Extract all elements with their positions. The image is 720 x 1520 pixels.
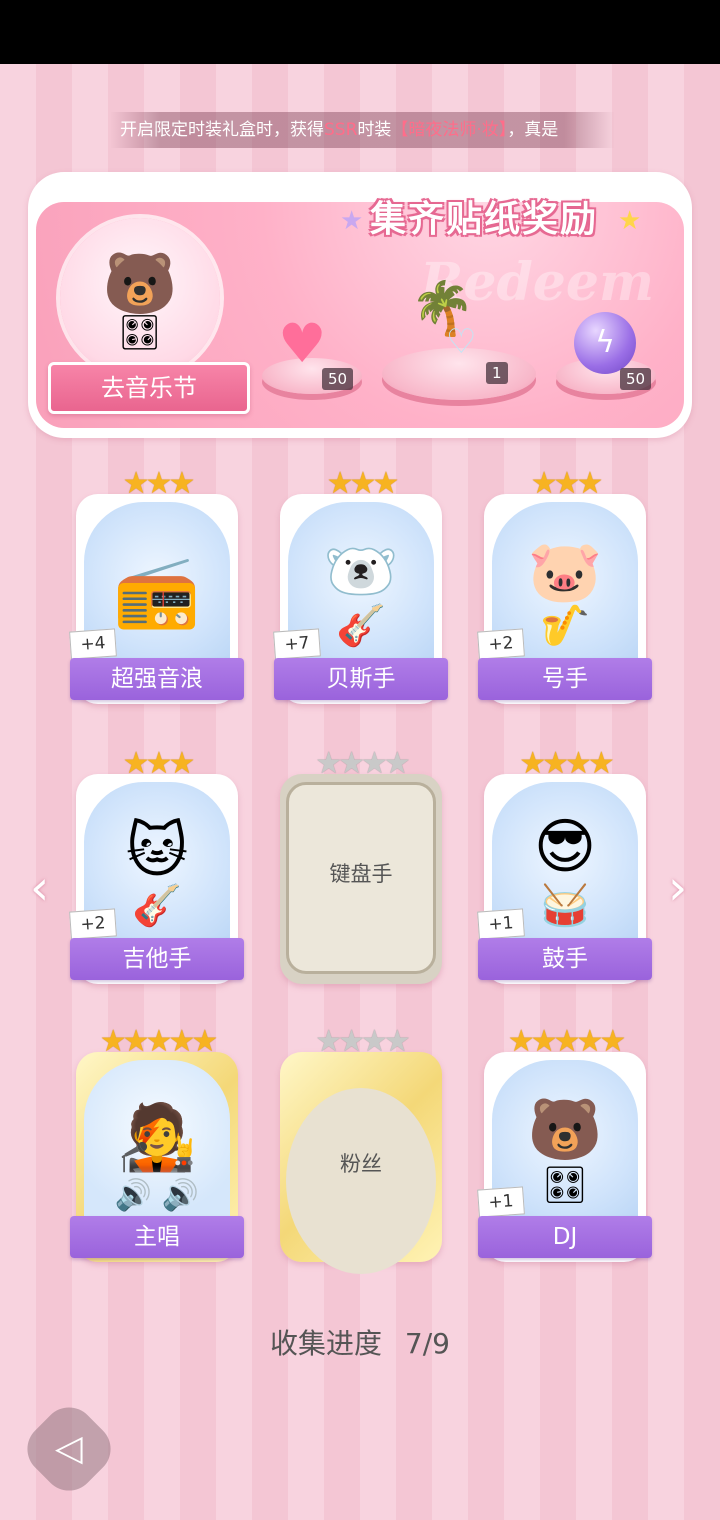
marquee-ssr: SSR — [324, 120, 358, 140]
card-label: 粉丝 — [340, 1152, 382, 1176]
duplicate-count: +7 — [273, 628, 321, 660]
progress-label: 收集进度 — [270, 1327, 383, 1360]
dog-sunglasses-icon: 😎 — [533, 812, 597, 882]
marquee-prefix: 开启限定时装礼盒时，获得 — [120, 120, 324, 140]
collection-progress: 收集进度 7/9 — [0, 1322, 720, 1362]
card-label: 吉他手 — [70, 938, 244, 980]
bear-icon: 🐻 — [527, 1095, 603, 1165]
speaker-icon: 🔊 🔊 — [114, 1178, 200, 1213]
sticker-card-boombox[interactable]: ★★★ 📻 +4 超强音浪 — [69, 466, 244, 704]
bear-icon: 🐻 — [102, 249, 178, 319]
star-icon: ★ — [618, 206, 642, 236]
banner-title: 集齐贴纸奖励 — [370, 199, 599, 240]
boombox-icon: 📻 — [113, 550, 201, 632]
duplicate-count: +2 — [477, 628, 525, 660]
sticker-card-lead-singer[interactable]: ★★★★★ 🧑‍🎤 🔊 🔊 主唱 — [70, 1024, 244, 1262]
marquee-suffix: ，真是 — [507, 120, 559, 140]
star-icon: ★ — [340, 206, 364, 236]
sticker-card-guitarist[interactable]: ★★★ 🐱 🎸 +2 吉他手 — [69, 746, 244, 984]
dj-bear-avatar[interactable]: 🐻 🎛 — [60, 218, 220, 378]
back-button[interactable]: ◁ — [16, 1396, 122, 1502]
reward-count: 50 — [322, 368, 354, 390]
pig-icon: 🐷 — [527, 537, 603, 607]
go-music-festival-button[interactable]: 去音乐节 — [48, 362, 250, 414]
progress-value: 7/9 — [404, 1327, 450, 1360]
crystal-heart-icon: ♡ — [446, 322, 477, 362]
sticker-card-trumpeter[interactable]: ★★★ 🐷 🎷 +2 号手 — [477, 466, 652, 704]
sticker-card-bassist[interactable]: ★★★ 🐻‍❄️ 🎸 +7 贝斯手 — [273, 466, 448, 704]
card-label: 贝斯手 — [274, 658, 448, 700]
card-label: DJ — [478, 1216, 652, 1258]
sticker-card-keyboardist-locked[interactable]: ★★★★ 键盘手 — [280, 746, 442, 984]
heart-gem-icon[interactable]: ♥ — [278, 312, 326, 375]
card-label: 号手 — [478, 658, 652, 700]
card-label: 超强音浪 — [70, 658, 244, 700]
card-art: 🧑‍🎤 🔊 🔊 — [84, 1060, 230, 1228]
duplicate-count: +1 — [477, 1186, 525, 1218]
card-label: 键盘手 — [329, 862, 393, 886]
duplicate-count: +4 — [69, 628, 117, 660]
marquee-item: 【暗夜法师·妆】 — [391, 120, 508, 140]
card-art — [286, 1088, 436, 1274]
sticker-card-drummer[interactable]: ★★★★ 😎 🥁 +1 鼓手 — [477, 746, 652, 984]
back-arrow-icon: ◁ — [55, 1428, 83, 1469]
singer-icon: 🧑‍🎤 — [117, 1101, 197, 1175]
turntable-icon: 🎛 — [118, 313, 162, 353]
chevron-right-icon[interactable]: › — [668, 860, 687, 916]
duplicate-count: +1 — [477, 908, 525, 940]
cat-icon: 🐱 — [125, 816, 189, 886]
reward-count: 1 — [486, 362, 508, 384]
marquee-middle: 时装 — [357, 120, 392, 140]
card-label: 鼓手 — [478, 938, 652, 980]
sticker-card-fan-locked[interactable]: ★★★★ 粉丝 — [280, 1024, 442, 1274]
sticker-card-dj[interactable]: ★★★★★ 🐻 🎛 +1 DJ — [477, 1024, 652, 1262]
status-bar — [0, 0, 720, 64]
chevron-left-icon[interactable]: ‹ — [30, 860, 49, 916]
bear-icon: 🐻‍❄️ — [323, 537, 399, 607]
announcement-marquee: 开启限定时装礼盒时，获得SSR时装【暗夜法师·妆】，真是 — [110, 112, 615, 148]
duplicate-count: +2 — [69, 908, 117, 940]
reward-count: 50 — [620, 368, 652, 390]
card-label: 主唱 — [70, 1216, 244, 1258]
lightning-orb-icon[interactable]: ϟ — [574, 312, 636, 374]
